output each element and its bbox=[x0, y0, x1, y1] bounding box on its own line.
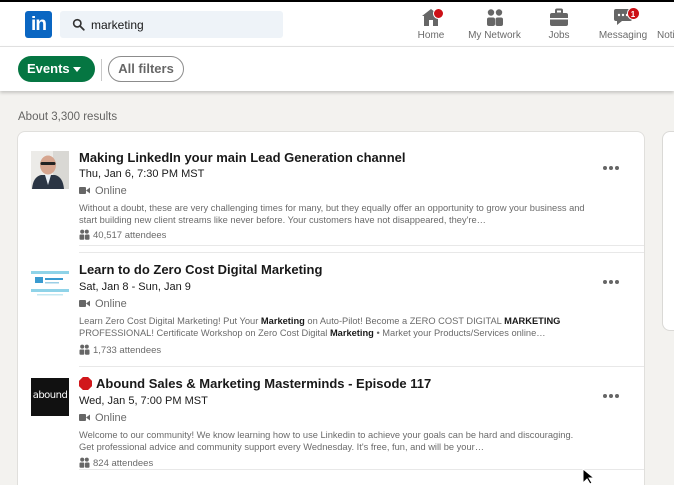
results-list: Making LinkedIn your main Lead Generatio… bbox=[18, 132, 644, 485]
dot bbox=[615, 166, 619, 170]
people-icon bbox=[79, 457, 90, 468]
caret-down-icon bbox=[73, 67, 81, 72]
search-filters-bar: Events All filters bbox=[0, 46, 674, 91]
event-location-label: Online bbox=[95, 298, 127, 310]
nav-my-network[interactable]: My Network bbox=[466, 8, 523, 44]
desc-highlight: MARKETING bbox=[504, 316, 561, 326]
briefcase-icon bbox=[550, 8, 568, 26]
event-location-label: Online bbox=[95, 412, 127, 424]
event-title-text: Abound Sales & Marketing Masterminds - E… bbox=[96, 376, 432, 391]
dot bbox=[603, 394, 607, 398]
desc-highlight: Marketing bbox=[329, 327, 374, 338]
event-attendees: 1,733 attendees bbox=[79, 344, 161, 356]
event-location-label: Online bbox=[95, 185, 127, 197]
event-location: Online bbox=[79, 298, 127, 310]
mouse-cursor-icon bbox=[582, 468, 596, 485]
people-icon bbox=[486, 9, 503, 26]
event-description: Welcome to our community! We know learni… bbox=[79, 430, 574, 452]
desc-highlight: Marketing bbox=[260, 316, 305, 326]
divider bbox=[79, 252, 644, 253]
divider bbox=[79, 366, 644, 367]
divider bbox=[101, 59, 102, 81]
event-date: Wed, Jan 5, 7:00 PM MST bbox=[79, 395, 208, 407]
messaging-badge: 1 bbox=[626, 7, 640, 20]
desc-text: Learn Zero Cost Digital Marketing! Put Y… bbox=[79, 316, 261, 326]
list-item[interactable]: abound Abound Sales & Marketing Mastermi… bbox=[18, 366, 644, 481]
more-options-button[interactable] bbox=[601, 278, 621, 286]
results-count: About 3,300 results bbox=[18, 111, 118, 123]
right-rail-card bbox=[663, 132, 674, 330]
abound-logo: abound bbox=[32, 390, 68, 401]
event-date: Sat, Jan 8 - Sun, Jan 9 bbox=[79, 281, 191, 293]
event-thumbnail[interactable]: abound bbox=[31, 378, 69, 416]
people-icon bbox=[79, 229, 90, 240]
more-options-button[interactable] bbox=[601, 164, 621, 172]
desc-text: on Auto-Pilot! Become a ZERO COST DIGITA… bbox=[304, 316, 505, 326]
attendee-count: 824 attendees bbox=[93, 458, 154, 469]
video-camera-icon bbox=[79, 300, 90, 307]
nav-messaging[interactable]: 1 Messaging bbox=[598, 7, 648, 44]
global-nav: in marketing Home My Network Jobs 1 Mess… bbox=[0, 0, 674, 46]
event-thumbnail[interactable] bbox=[31, 263, 69, 301]
nav-label: My Network bbox=[468, 30, 521, 41]
list-item[interactable]: Learn to do Zero Cost Digital Marketing … bbox=[18, 252, 644, 367]
nav-label: Home bbox=[417, 30, 445, 41]
nav-notifications[interactable]: Noti bbox=[657, 8, 674, 44]
linkedin-logo[interactable]: in bbox=[25, 11, 52, 38]
nav-jobs[interactable]: Jobs bbox=[545, 8, 573, 44]
event-title[interactable]: Learn to do Zero Cost Digital Marketing bbox=[79, 262, 322, 277]
video-camera-icon bbox=[79, 187, 90, 194]
dot bbox=[615, 280, 619, 284]
speaker-photo bbox=[31, 151, 69, 189]
all-filters-button[interactable]: All filters bbox=[108, 56, 184, 82]
search-input[interactable]: marketing bbox=[91, 18, 144, 32]
events-filter-label: Events bbox=[27, 61, 70, 76]
event-attendees: 40,517 attendees bbox=[79, 229, 166, 241]
stop-sign-icon bbox=[79, 377, 92, 390]
divider bbox=[79, 469, 644, 470]
people-icon bbox=[79, 344, 90, 355]
search-icon bbox=[72, 18, 85, 31]
dot bbox=[615, 394, 619, 398]
event-banner-image bbox=[31, 263, 69, 301]
event-date: Thu, Jan 6, 7:30 PM MST bbox=[79, 168, 205, 180]
event-thumbnail[interactable] bbox=[31, 151, 69, 189]
dot bbox=[609, 280, 613, 284]
event-location: Online bbox=[79, 185, 127, 197]
desc-text: • Market your Products/Services online… bbox=[373, 327, 546, 338]
dot bbox=[609, 394, 613, 398]
event-location: Online bbox=[79, 412, 127, 424]
attendee-count: 1,733 attendees bbox=[93, 345, 162, 356]
dot bbox=[603, 166, 607, 170]
event-description: Without a doubt, these are very challeng… bbox=[79, 203, 585, 225]
list-item[interactable]: Making LinkedIn your main Lead Generatio… bbox=[18, 132, 644, 246]
nav-home[interactable]: Home bbox=[417, 8, 445, 44]
event-title[interactable]: Making LinkedIn your main Lead Generatio… bbox=[79, 150, 406, 165]
dot bbox=[603, 280, 607, 284]
nav-label: Messaging bbox=[598, 30, 648, 41]
events-filter-button[interactable]: Events bbox=[18, 56, 95, 82]
nav-label: Jobs bbox=[548, 30, 570, 41]
more-options-button[interactable] bbox=[601, 392, 621, 400]
divider bbox=[79, 245, 644, 246]
video-camera-icon bbox=[79, 414, 90, 421]
nav-label: Noti bbox=[657, 30, 674, 41]
search-box[interactable]: marketing bbox=[60, 11, 283, 38]
dot bbox=[609, 166, 613, 170]
event-title[interactable]: Abound Sales & Marketing Masterminds - E… bbox=[79, 376, 431, 391]
event-description: Learn Zero Cost Digital Marketing! Put Y… bbox=[79, 316, 589, 340]
attendee-count: 40,517 attendees bbox=[93, 230, 167, 241]
desc-text: PROFESSIONAL! Certificate Workshop on Ze… bbox=[79, 327, 330, 338]
event-attendees: 824 attendees bbox=[79, 457, 153, 469]
notification-dot bbox=[433, 8, 444, 19]
